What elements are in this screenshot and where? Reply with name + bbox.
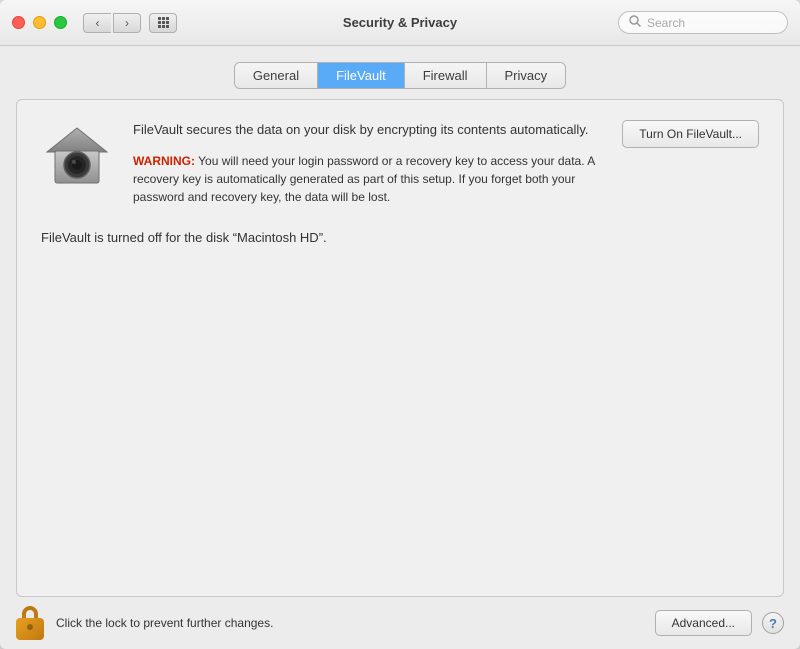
lock-button[interactable]: Click the lock to prevent further change… <box>16 606 273 640</box>
search-icon <box>629 15 641 30</box>
back-button[interactable]: ‹ <box>83 13 111 33</box>
traffic-lights <box>12 16 67 29</box>
grid-button[interactable] <box>149 13 177 33</box>
tab-firewall[interactable]: Firewall <box>405 63 487 88</box>
chevron-right-icon: › <box>125 16 129 30</box>
warning-body: You will need your login password or a r… <box>133 154 595 204</box>
lock-keyhole <box>27 624 33 630</box>
tab-filevault[interactable]: FileVault <box>318 63 405 88</box>
turn-on-filevault-button[interactable]: Turn On FileVault... <box>622 120 759 148</box>
bottombar: Click the lock to prevent further change… <box>0 597 800 649</box>
status-text: FileVault is turned off for the disk “Ma… <box>41 222 759 245</box>
warning-label: WARNING: <box>133 154 195 168</box>
minimize-button[interactable] <box>33 16 46 29</box>
nav-buttons: ‹ › <box>83 13 141 33</box>
lock-icon <box>16 606 44 640</box>
chevron-left-icon: ‹ <box>96 16 100 30</box>
lock-body <box>16 618 44 640</box>
window-title: Security & Privacy <box>343 15 457 30</box>
header-text-area: FileVault secures the data on your disk … <box>133 120 602 206</box>
search-placeholder: Search <box>647 16 777 30</box>
warning-text: WARNING: You will need your login passwo… <box>133 152 602 206</box>
titlebar: ‹ › Security & Privacy Search <box>0 0 800 46</box>
forward-button[interactable]: › <box>113 13 141 33</box>
tab-privacy[interactable]: Privacy <box>487 63 566 88</box>
filevault-icon <box>41 120 113 192</box>
tab-general[interactable]: General <box>235 63 318 88</box>
grid-icon <box>158 17 169 28</box>
advanced-button[interactable]: Advanced... <box>655 610 752 636</box>
search-box[interactable]: Search <box>618 11 788 34</box>
tabs-group: General FileVault Firewall Privacy <box>234 62 566 89</box>
tabs-bar: General FileVault Firewall Privacy <box>0 46 800 99</box>
house-svg <box>43 122 111 190</box>
help-button[interactable]: ? <box>762 612 784 634</box>
filevault-header: FileVault secures the data on your disk … <box>41 120 759 206</box>
close-button[interactable] <box>12 16 25 29</box>
bottom-right-buttons: Advanced... ? <box>655 610 784 636</box>
lock-label: Click the lock to prevent further change… <box>56 616 273 630</box>
content-panel: FileVault secures the data on your disk … <box>16 99 784 597</box>
description-text: FileVault secures the data on your disk … <box>133 120 602 140</box>
main-window: ‹ › Security & Privacy Search <box>0 0 800 649</box>
maximize-button[interactable] <box>54 16 67 29</box>
